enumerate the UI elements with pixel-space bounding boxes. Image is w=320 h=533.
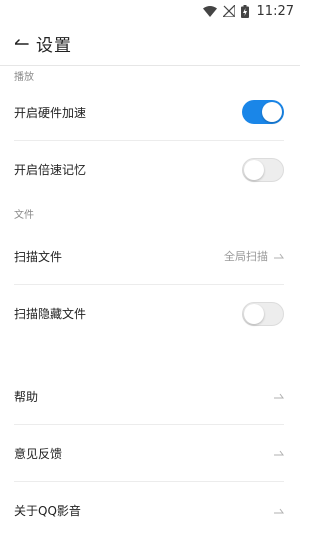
- hardware-acceleration-toggle[interactable]: [242, 100, 284, 124]
- section-header-file: 文件: [14, 209, 34, 221]
- toggle-knob: [244, 303, 264, 324]
- back-button[interactable]: [12, 34, 32, 54]
- setting-feedback[interactable]: 意见反馈: [14, 425, 284, 482]
- scan-hidden-files-toggle[interactable]: [242, 301, 284, 326]
- setting-label: 开启硬件加速: [14, 105, 87, 120]
- no-signal-icon: [222, 5, 235, 17]
- setting-label: 开启倍速记忆: [14, 163, 87, 177]
- setting-speed-memory[interactable]: 开启倍速记忆: [14, 141, 284, 198]
- setting-label: 关于QQ影音: [14, 504, 81, 518]
- toggle-knob: [262, 102, 282, 122]
- setting-label: 意见反馈: [14, 446, 63, 461]
- battery-charging-icon: [240, 4, 249, 18]
- setting-hardware-acceleration[interactable]: 开启硬件加速: [14, 84, 284, 141]
- scan-files-value-group: 全局扫描: [224, 248, 284, 264]
- status-bar: 11:27: [0, 0, 300, 22]
- setting-scan-hidden-files[interactable]: 扫描隐藏文件: [14, 285, 284, 342]
- scan-mode-value: 全局扫描: [224, 250, 268, 263]
- chevron-icon: [274, 252, 284, 260]
- setting-scan-files[interactable]: 扫描文件 全局扫描: [14, 228, 284, 285]
- status-time: 11:27: [256, 3, 294, 19]
- toggle-knob: [244, 159, 264, 180]
- setting-help[interactable]: 帮助: [14, 368, 284, 425]
- setting-label: 扫描隐藏文件: [14, 307, 87, 321]
- speed-memory-toggle[interactable]: [242, 157, 284, 182]
- setting-label: 帮助: [14, 389, 39, 404]
- chevron-icon: [274, 392, 284, 400]
- setting-about[interactable]: 关于QQ影音: [14, 482, 284, 533]
- section-header-playback: 播放: [14, 71, 34, 83]
- app-header: 设置: [0, 22, 300, 66]
- chevron-icon: [274, 507, 284, 515]
- chevron-icon: [274, 449, 284, 457]
- wifi-icon: [202, 5, 217, 17]
- setting-label: 扫描文件: [14, 249, 63, 264]
- back-arrow-icon: [14, 34, 29, 53]
- page-title: 设置: [36, 36, 72, 56]
